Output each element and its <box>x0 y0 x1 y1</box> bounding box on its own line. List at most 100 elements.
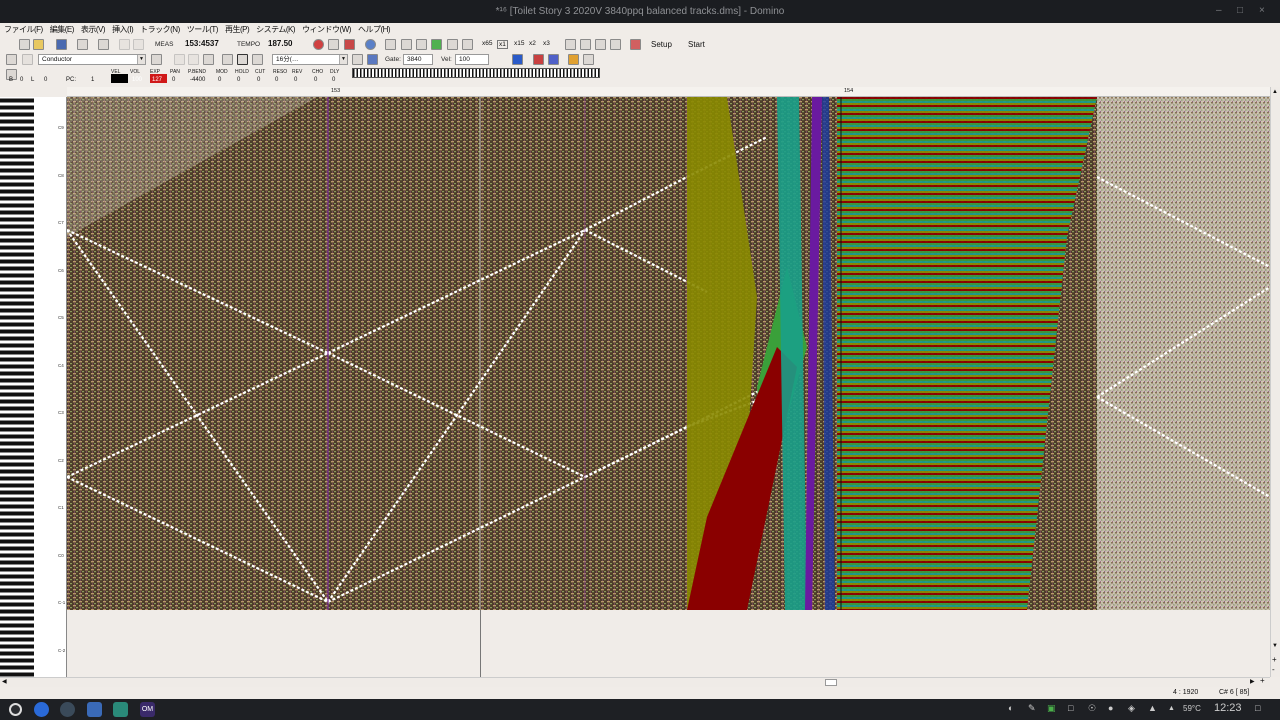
roll-empty-area[interactable] <box>67 610 1270 677</box>
fast-forward-icon[interactable] <box>447 39 458 50</box>
controller-value-2[interactable]: 127 <box>152 77 162 83</box>
menu-item-6[interactable]: 再生(P) <box>225 24 250 35</box>
zoom-minus-icon[interactable]: - <box>1272 665 1275 674</box>
loop-icon[interactable] <box>365 39 376 50</box>
save-icon[interactable] <box>56 39 67 50</box>
controller-value-1[interactable]: 100 <box>132 77 142 83</box>
cut-icon[interactable] <box>77 39 88 50</box>
tray-expand-icon[interactable]: ▲ <box>1168 705 1175 712</box>
chrome-icon[interactable] <box>60 702 75 717</box>
scroll-up-icon[interactable]: ▲ <box>1272 89 1278 95</box>
maximize-button[interactable]: □ <box>1237 5 1243 16</box>
select-tool-icon[interactable] <box>203 54 214 65</box>
play-icon[interactable] <box>431 39 442 50</box>
piano-roll-grid[interactable] <box>67 97 1270 610</box>
measure-ruler[interactable]: 153 154 <box>67 87 1270 97</box>
track-list-icon[interactable] <box>6 54 17 65</box>
vel-input[interactable]: 100 <box>455 54 489 65</box>
controller-value-4[interactable]: -4400 <box>190 77 205 83</box>
controller-value-6[interactable]: 0 <box>237 77 240 83</box>
eraser-tool-icon[interactable] <box>252 54 263 65</box>
speed-x15-button[interactable]: x15 <box>514 40 524 47</box>
rewind-icon[interactable] <box>401 39 412 50</box>
zoom-in-icon[interactable] <box>512 54 523 65</box>
speed-x3-button[interactable]: x3 <box>543 40 550 47</box>
palette-icon[interactable] <box>583 54 594 65</box>
menu-item-2[interactable]: 表示(V) <box>81 24 106 35</box>
menu-item-1[interactable]: 編集(E) <box>50 24 75 35</box>
range-tool-icon[interactable] <box>237 54 248 65</box>
vertical-scrollbar[interactable]: ▲ ▼ + - <box>1270 87 1280 677</box>
minimize-button[interactable]: – <box>1216 5 1222 16</box>
menu-item-7[interactable]: システム(K) <box>256 24 295 35</box>
step-record-icon[interactable] <box>344 39 355 50</box>
track-select[interactable]: Conductor ▼ <box>38 54 146 65</box>
speed-x65-button[interactable]: x65 <box>482 40 492 47</box>
menu-item-3[interactable]: 挿入(I) <box>112 24 134 35</box>
prev-track-icon[interactable] <box>174 54 185 65</box>
open-folder-icon[interactable] <box>33 39 44 50</box>
mute-icon[interactable] <box>22 54 33 65</box>
zoom-out-icon[interactable] <box>548 54 559 65</box>
piano-keys[interactable] <box>0 97 34 677</box>
menu-item-4[interactable]: トラック(N) <box>140 24 180 35</box>
controller-value-10[interactable]: 0 <box>314 77 317 83</box>
quantize-select[interactable]: 16分(… ▼ <box>272 54 348 65</box>
menu-item-0[interactable]: ファイル(F) <box>4 24 43 35</box>
setup-button[interactable]: Setup <box>651 40 672 49</box>
om-app-icon[interactable]: OM <box>140 702 155 717</box>
new-file-icon[interactable] <box>19 39 30 50</box>
menu-item-9[interactable]: ヘルプ(H) <box>358 24 391 35</box>
controller-value-9[interactable]: 0 <box>294 77 297 83</box>
paste-icon[interactable] <box>98 39 109 50</box>
speed-x2-button[interactable]: x2 <box>529 40 536 47</box>
show-desktop-icon[interactable]: □ <box>1255 703 1260 713</box>
browser-icon[interactable] <box>34 702 49 717</box>
scroll-thumb[interactable] <box>825 679 837 686</box>
note-length-icon[interactable] <box>352 54 363 65</box>
scroll-down-icon[interactable]: ▼ <box>1272 643 1278 649</box>
menu-item-8[interactable]: ウィンドウ(W) <box>302 24 351 35</box>
zoom-fit-icon[interactable] <box>533 54 544 65</box>
microphone-icon[interactable]: ● <box>1108 703 1113 713</box>
record-icon[interactable] <box>313 39 324 50</box>
controller-value-5[interactable]: 0 <box>218 77 221 83</box>
terminal-icon[interactable] <box>113 702 128 717</box>
piano-keyboard[interactable]: C9 C8 C7 C6 C5 C4 C3 C2 C1 C0 C-1 C-2 <box>0 97 67 677</box>
grid-view-icon[interactable] <box>565 39 576 50</box>
go-end-icon[interactable] <box>462 39 473 50</box>
scroll-left-icon[interactable]: ◀ <box>2 678 7 685</box>
hzoom-plus-icon[interactable]: + <box>1260 676 1265 685</box>
snap-icon[interactable] <box>568 54 579 65</box>
next-track-icon[interactable] <box>188 54 199 65</box>
speed-x1-button[interactable]: x1 <box>497 40 508 49</box>
zoom-plus-icon[interactable]: + <box>1272 655 1277 664</box>
pen-icon[interactable]: ✎ <box>1028 703 1036 714</box>
record-mode-icon[interactable] <box>328 39 339 50</box>
track-props-icon[interactable] <box>151 54 162 65</box>
scroll-right-icon[interactable]: ▶ <box>1250 678 1255 685</box>
updates-icon[interactable]: ◐ <box>1008 703 1013 713</box>
step-input-icon[interactable] <box>367 54 378 65</box>
piano-view-icon[interactable] <box>580 39 591 50</box>
gate-input[interactable]: 3840 <box>403 54 433 65</box>
setup-icon[interactable] <box>630 39 641 50</box>
close-button[interactable]: × <box>1259 5 1265 16</box>
mini-keyboard[interactable] <box>352 68 600 78</box>
clipboard-icon[interactable]: □ <box>1068 703 1073 713</box>
controller-value-3[interactable]: 0 <box>172 77 175 83</box>
menu-item-5[interactable]: ツール(T) <box>187 24 219 35</box>
track-view-icon[interactable] <box>610 39 621 50</box>
controller-value-8[interactable]: 0 <box>275 77 278 83</box>
horizontal-scrollbar[interactable]: ◀ ▶ + <box>0 676 1270 687</box>
wifi-icon[interactable]: ◈ <box>1128 703 1135 714</box>
app-tray-icon[interactable]: ▣ <box>1047 703 1056 714</box>
pencil-tool-icon[interactable] <box>222 54 233 65</box>
files-icon[interactable] <box>87 702 102 717</box>
bluetooth-icon[interactable]: ☉ <box>1088 703 1096 714</box>
controller-value-11[interactable]: 0 <box>332 77 335 83</box>
event-list-icon[interactable] <box>595 39 606 50</box>
start-menu-icon[interactable] <box>9 703 22 716</box>
volume-icon[interactable]: ▲ <box>1148 703 1157 713</box>
undo-icon[interactable] <box>119 39 130 50</box>
